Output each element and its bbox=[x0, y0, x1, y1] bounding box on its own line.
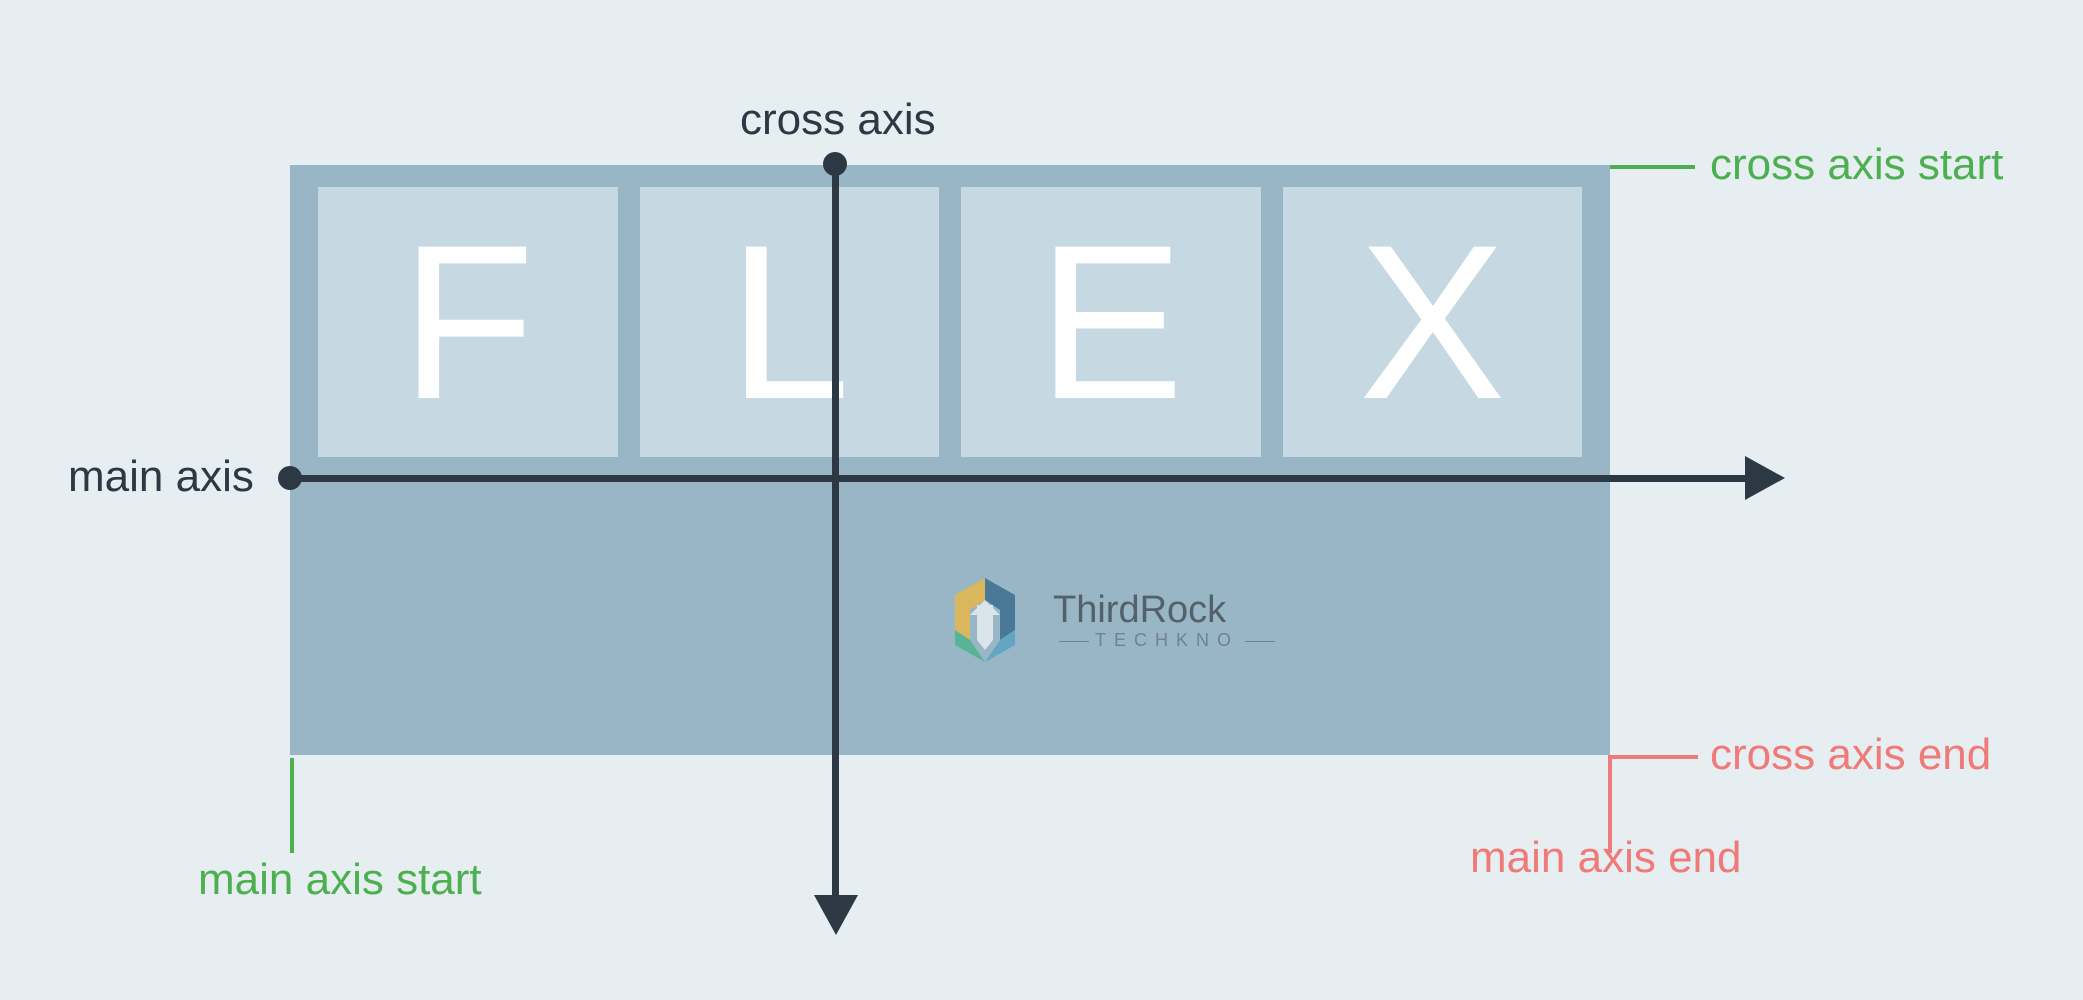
cross-axis-arrowhead-icon bbox=[814, 895, 858, 935]
flex-item: X bbox=[1283, 187, 1583, 457]
cross-axis-end-tick bbox=[1608, 755, 1698, 759]
main-axis-end-label: main axis end bbox=[1470, 833, 1741, 883]
main-axis-start-tick bbox=[290, 758, 294, 853]
cross-axis-start-tick bbox=[1610, 165, 1695, 169]
flex-item: F bbox=[318, 187, 618, 457]
flex-item: E bbox=[961, 187, 1261, 457]
cross-axis-label: cross axis bbox=[740, 95, 936, 145]
logo-subtitle: TECHKNO bbox=[1053, 630, 1281, 651]
main-axis-label: main axis bbox=[68, 452, 254, 502]
main-axis-arrowhead-icon bbox=[1745, 456, 1785, 500]
cross-axis-line bbox=[832, 165, 839, 900]
main-axis-start-label: main axis start bbox=[198, 855, 482, 905]
cross-axis-start-label: cross axis start bbox=[1710, 140, 2003, 190]
logo-name: ThirdRock bbox=[1053, 589, 1281, 632]
thirdrock-logo-icon bbox=[935, 570, 1035, 670]
main-axis-line bbox=[290, 475, 1750, 482]
cross-axis-end-label: cross axis end bbox=[1710, 730, 1991, 780]
thirdrock-logo: ThirdRock TECHKNO bbox=[935, 570, 1281, 670]
flex-item: L bbox=[640, 187, 940, 457]
